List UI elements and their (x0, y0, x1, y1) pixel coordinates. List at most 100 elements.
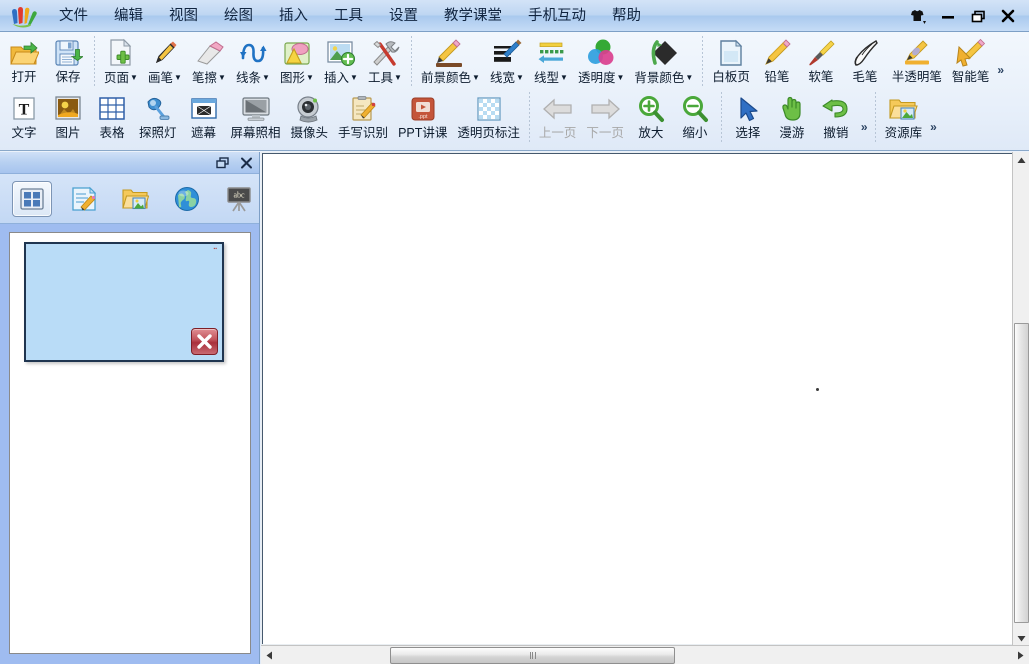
ribbon-spotlight[interactable]: 探照灯 (134, 90, 182, 142)
screen-curtain-icon (190, 92, 218, 125)
ribbon-opacity[interactable]: 透明度▼ (573, 34, 629, 87)
ribbon-save-label: 保存 (55, 70, 81, 84)
ppt-icon: .ppt (409, 92, 437, 125)
svg-text:T: T (19, 101, 30, 118)
chevron-down-icon: ▼ (306, 73, 314, 82)
ribbon-pencil[interactable]: 铅笔 (755, 34, 799, 86)
ribbon-ppt-lecture-label: PPT讲课 (398, 126, 448, 140)
ribbon-background-color[interactable]: 背景颜色▼ (629, 34, 698, 87)
menu-tools[interactable]: 工具 (323, 3, 374, 29)
panel-tab-notes[interactable] (64, 181, 104, 217)
ribbon-brush[interactable]: 画笔▼ (143, 34, 187, 87)
chevron-down-icon: ▼ (616, 73, 625, 82)
ribbon-soft-pen-label: 软笔 (808, 70, 834, 84)
smart-pen-icon (955, 36, 986, 69)
ribbon-row2-overflow-button[interactable]: » (858, 120, 871, 134)
ribbon-shape[interactable]: 图形▼ (275, 34, 319, 87)
ribbon-insert[interactable]: 插入▼ (319, 34, 363, 87)
ribbon-row1-overflow-button[interactable]: » (994, 63, 1007, 77)
page-thumbnail-list[interactable]: ▪▪ (9, 232, 251, 654)
panel-close-button[interactable] (235, 154, 257, 172)
left-panel-title-bar (0, 152, 259, 174)
horizontal-scroll-thumb[interactable] (390, 646, 675, 664)
panel-tab-web[interactable] (167, 181, 207, 217)
panel-tab-thumbnails[interactable] (12, 180, 52, 217)
arrow-right-icon (589, 92, 621, 125)
ribbon-screen-capture-label: 屏幕照相 (230, 126, 281, 140)
transparent-page-icon (475, 92, 503, 125)
ribbon-translucent-pen-label: 半透明笔 (891, 70, 942, 84)
menu-insert[interactable]: 插入 (268, 3, 319, 29)
vertical-scroll-thumb[interactable] (1014, 323, 1029, 623)
chevron-down-icon: ▼ (685, 73, 694, 82)
scroll-left-button[interactable] (261, 647, 278, 664)
ribbon-pan-label: 漫游 (779, 126, 805, 140)
close-button[interactable] (993, 3, 1023, 29)
panel-tab-blackboard[interactable]: abc (219, 181, 259, 217)
panel-tab-resources[interactable] (116, 181, 156, 217)
scroll-right-button[interactable] (1012, 647, 1029, 664)
translucent-pen-icon (902, 36, 932, 69)
ribbon-line[interactable]: 线条▼ (231, 34, 275, 87)
ribbon-save[interactable]: 保存 (46, 34, 90, 86)
ribbon-zoom-out[interactable]: 缩小 (673, 90, 717, 142)
ribbon-page[interactable]: 页面▼ (99, 34, 143, 87)
ribbon-table[interactable]: 表格 (90, 90, 134, 142)
ribbon-foreground-color[interactable]: 前景颜色▼ (416, 34, 485, 87)
ribbon-handwriting-recognition[interactable]: 手写识别 (333, 90, 393, 142)
page-thumbnail-delete-button[interactable] (191, 328, 218, 355)
menu-file[interactable]: 文件 (48, 3, 99, 29)
menu-teaching-classroom[interactable]: 教学课堂 (433, 3, 513, 29)
ribbon-eraser-label: 笔擦 (192, 71, 218, 85)
canvas-horizontal-scrollbar[interactable] (261, 645, 1029, 664)
eraser-icon (194, 36, 224, 69)
ribbon-line-width[interactable]: 线宽▼ (485, 34, 529, 87)
ribbon-eraser[interactable]: 笔擦▼ (187, 34, 231, 87)
menu-help[interactable]: 帮助 (601, 3, 652, 29)
horizontal-scroll-track[interactable] (278, 646, 1012, 664)
ribbon-writing-brush[interactable]: 毛笔 (843, 34, 887, 86)
user-account-icon[interactable] (903, 3, 933, 29)
page-thumbnail-1[interactable]: ▪▪ (24, 242, 224, 362)
chevron-down-icon: ▼ (350, 73, 358, 82)
menu-draw[interactable]: 绘图 (213, 3, 264, 29)
ribbon-zoom-in[interactable]: 放大 (629, 90, 673, 142)
ribbon-picture[interactable]: 图片 (46, 90, 90, 142)
ribbon-line-style[interactable]: 线型▼ (529, 34, 573, 87)
ribbon-curtain[interactable]: 遮幕 (182, 90, 226, 142)
menu-view[interactable]: 视图 (158, 3, 209, 29)
ribbon-ppt-lecture[interactable]: .ppt PPT讲课 (393, 90, 452, 142)
ribbon-resource-library[interactable]: 资源库 (880, 90, 928, 142)
ribbon-next-page[interactable]: 下一页 (581, 90, 629, 142)
minimize-button[interactable] (933, 3, 963, 29)
ribbon-select[interactable]: 选择 (726, 90, 770, 142)
ribbon-insert-label: 插入 (324, 71, 350, 85)
ribbon-translucent-pen[interactable]: 半透明笔 (887, 34, 947, 86)
panel-restore-button[interactable] (211, 154, 233, 172)
canvas-vertical-scrollbar[interactable] (1012, 152, 1029, 647)
ribbon-previous-page[interactable]: 上一页 (534, 90, 582, 142)
ribbon-undo[interactable]: 撤销 (814, 90, 858, 142)
menu-mobile-interaction[interactable]: 手机互动 (517, 3, 597, 29)
ribbon-smart-pen[interactable]: 智能笔 (947, 34, 995, 86)
ribbon-tools[interactable]: 工具▼ (363, 34, 407, 87)
ribbon-screen-capture[interactable]: 屏幕照相 (226, 90, 286, 142)
ribbon-pan[interactable]: 漫游 (770, 90, 814, 142)
ribbon-text[interactable]: T 文字 (2, 90, 46, 142)
zoom-out-icon (681, 92, 709, 125)
ribbon-transparent-annotation[interactable]: 透明页标注 (452, 90, 525, 142)
whiteboard-canvas[interactable] (262, 153, 1012, 644)
ribbon-soft-pen[interactable]: 软笔 (799, 34, 843, 86)
menu-settings[interactable]: 设置 (378, 3, 429, 29)
ribbon-open[interactable]: 打开 (2, 34, 46, 86)
scroll-up-button[interactable] (1013, 152, 1029, 169)
ribbon-resource-overflow-button[interactable]: » (927, 120, 940, 134)
zoom-in-icon (637, 92, 665, 125)
ribbon-table-label: 表格 (99, 126, 125, 140)
ribbon-camera[interactable]: 摄像头 (286, 90, 334, 142)
pen-icon (150, 36, 180, 69)
menu-edit[interactable]: 编辑 (103, 3, 154, 29)
restore-button[interactable] (963, 3, 993, 29)
ribbon-undo-label: 撤销 (823, 126, 849, 140)
ribbon-whiteboard-page[interactable]: 白板页 (707, 34, 755, 86)
